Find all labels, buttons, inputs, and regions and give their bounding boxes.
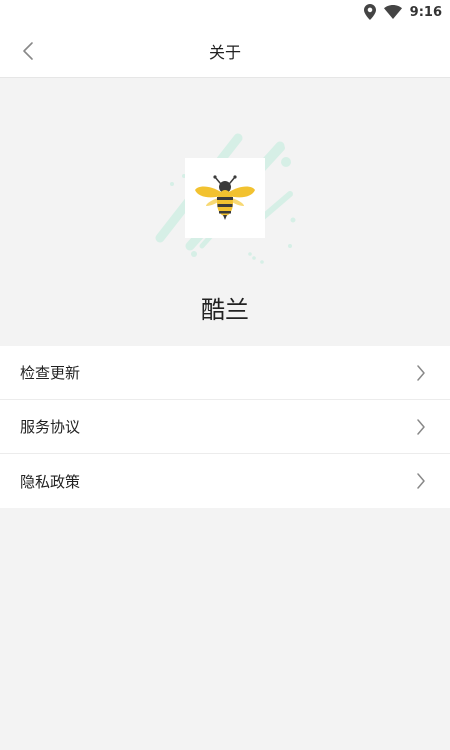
back-button[interactable] [8,24,48,78]
app-logo [185,158,265,238]
menu-item-service-agreement[interactable]: 服务协议 [0,400,450,454]
status-bar: 9:16 [0,0,450,24]
menu-item-label: 检查更新 [20,364,81,382]
status-time: 9:16 [409,4,442,20]
chevron-left-icon [23,42,33,60]
location-icon [363,4,376,20]
menu-item-check-update[interactable]: 检查更新 [0,346,450,400]
wifi-icon [383,5,402,19]
menu-item-label: 服务协议 [20,418,81,436]
app-hero: 酷兰 [0,78,450,346]
menu-item-privacy-policy[interactable]: 隐私政策 [0,454,450,508]
chevron-right-icon [417,418,425,435]
app-bar: 关于 [0,24,450,78]
chevron-right-icon [417,364,425,381]
menu-item-label: 隐私政策 [20,472,81,491]
page-title: 关于 [208,42,241,62]
app-name: 酷兰 [201,296,249,324]
bee-icon [195,175,255,220]
about-menu: 检查更新 服务协议 隐私政策 [0,346,450,508]
chevron-right-icon [417,473,425,489]
